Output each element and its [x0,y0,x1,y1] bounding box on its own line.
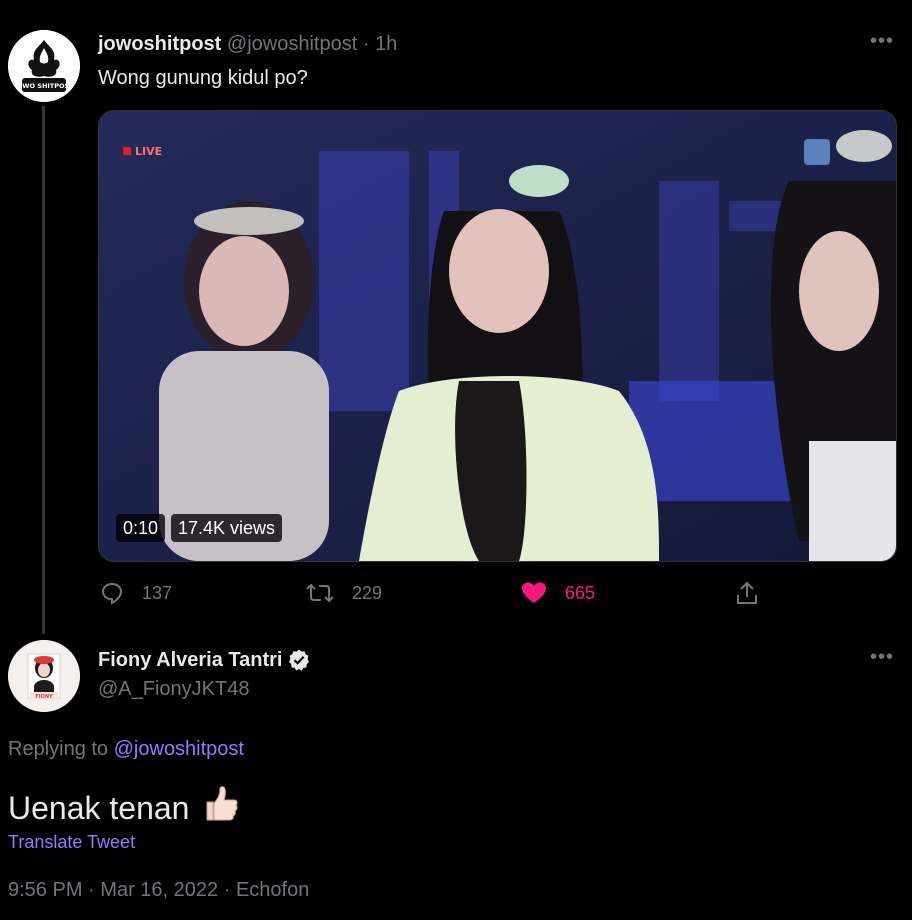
fiony-avatar-label: FIONY [35,694,53,700]
video-live-badge: LIVE [135,145,162,158]
tweet2-text: Uenak tenan [8,784,241,832]
tweet2-time[interactable]: 9:56 PM [8,879,82,901]
tweet2-author-handle[interactable]: @A_FionyJKT48 [98,678,249,701]
like-button[interactable]: 665 [521,578,595,608]
tweet1-time[interactable]: 1h [375,33,397,55]
video-duration: 0:10 [116,514,166,542]
verified-badge-icon [289,649,310,671]
video-views: 17.4K views [171,514,283,542]
tweet2-author-name[interactable]: Fiony Alveria Tantri [98,649,282,672]
meta-separator: · [223,879,231,901]
fiony-avatar[interactable]: FIONY [8,640,80,712]
tweet1-author-handle[interactable]: @jowoshitpost [227,33,357,55]
tweet2-text-body: Uenak tenan [8,789,190,826]
tweet1-author-name[interactable]: jowoshitpost [98,33,221,55]
thread-line [42,106,45,634]
reply-count: 137 [142,582,173,603]
share-icon [737,581,757,604]
retweet-button[interactable]: 229 [306,578,382,608]
like-count: 665 [565,582,596,603]
tweet2-author[interactable]: Fiony Alveria Tantri [98,648,311,672]
reply-button[interactable]: 137 [100,578,172,608]
tweet1-video[interactable]: LIVE [98,110,897,562]
tweet2-source[interactable]: Echofon [236,879,309,901]
reply-icon [101,582,123,605]
tweet1-separator: · [362,33,370,55]
replying-prefix: Replying to [8,738,109,760]
heart-filled-icon [522,582,546,603]
tweet2-more-icon[interactable]: ••• [870,646,894,669]
tweet2-meta: 9:56 PM · Mar 16, 2022 · Echofon [8,879,309,902]
retweet-icon [306,583,334,603]
tweet1-more-icon[interactable]: ••• [870,30,894,53]
jowoshitpost-avatar[interactable]: JOWO SHITPOST [8,30,80,102]
tweet2-date[interactable]: Mar 16, 2022 [100,879,218,901]
share-button[interactable] [735,578,777,608]
tweet1-text: Wong gunung kidul po? [98,67,308,89]
tweet1-header: jowoshitpost @jowoshitpost · 1h [98,33,397,56]
replying-to: Replying to @jowoshitpost [8,738,244,761]
meta-separator: · [88,879,95,901]
translate-tweet-link[interactable]: Translate Tweet [8,832,135,853]
replying-mention-link[interactable]: @jowoshitpost [114,738,244,760]
avatar-logo-text: JOWO SHITPOST [13,82,74,90]
thumbs-up-icon [201,784,241,832]
retweet-count: 229 [352,582,383,603]
